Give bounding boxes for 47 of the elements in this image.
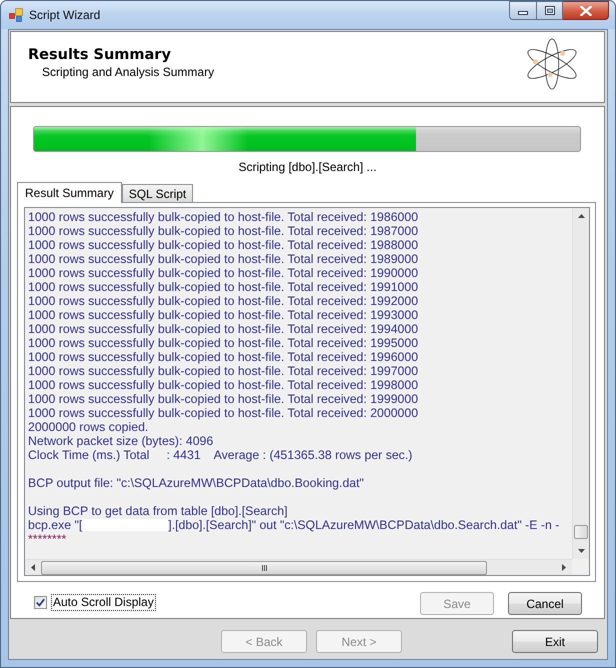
- scrollbar-thumb[interactable]: [574, 525, 588, 539]
- log-line: Clock Time (ms.) Total : 4431 Average : (451365.38 rows per sec.): [28, 448, 414, 462]
- scrollbar-thumb[interactable]: [41, 560, 487, 574]
- log-line: 1000 rows successfully bulk-copied to host-file. Total received: 1999000: [28, 392, 420, 406]
- scroll-up-icon[interactable]: [578, 214, 584, 218]
- log-line: 1000 rows successfully bulk-copied to host-file. Total received: 2000000: [28, 406, 420, 420]
- minimize-button[interactable]: [509, 1, 536, 20]
- close-button[interactable]: [563, 1, 609, 20]
- log-line: BCP output file: "c:\SQLAzureMW\BCPData\dbo.Booking.dat": [28, 476, 365, 490]
- exit-button[interactable]: Exit: [512, 630, 598, 653]
- log-text: bcp.exe "[: [28, 518, 82, 532]
- tab[interactable]: SQL Script: [122, 184, 194, 202]
- checkbox-label[interactable]: Auto Scroll Display: [51, 594, 156, 611]
- app-icon: [9, 8, 23, 22]
- log-line: 1000 rows successfully bulk-copied to host-file. Total received: 1996000: [28, 350, 420, 364]
- log-line: 1000 rows successfully bulk-copied to host-file. Total received: 1992000: [28, 294, 420, 308]
- log-line: 1000 rows successfully bulk-copied to host-file. Total received: 1988000: [28, 238, 420, 252]
- log-line: 1000 rows successfully bulk-copied to host-file. Total received: 1993000: [28, 308, 420, 322]
- page-subtitle: Scripting and Analysis Summary: [42, 65, 214, 80]
- checkbox[interactable]: [34, 596, 47, 609]
- log-line: 1000 rows successfully bulk-copied to host-file. Total received: 1989000: [28, 252, 420, 266]
- log-line: 1000 rows successfully bulk-copied to host-file. Total received: 1994000: [28, 322, 420, 336]
- log-line: Using BCP to get data from table [dbo].[Search]: [28, 504, 289, 518]
- minimize-icon: [518, 11, 528, 15]
- log-line: 1000 rows successfully bulk-copied to host-file. Total received: 1987000: [28, 224, 420, 238]
- maximize-button[interactable]: [536, 1, 563, 20]
- log-line: 1000 rows successfully bulk-copied to host-file. Total received: 1997000: [28, 364, 420, 378]
- log-line: 1000 rows successfully bulk-copied to host-file. Total received: 1986000: [28, 210, 420, 224]
- checkmark-icon: [36, 598, 45, 607]
- log-line: 1000 rows successfully bulk-copied to host-file. Total received: 1998000: [28, 378, 420, 392]
- dialog-button[interactable]: Cancel: [508, 592, 582, 615]
- separator-marker: ********: [28, 532, 66, 546]
- page-title: Results Summary: [28, 46, 172, 64]
- log-line: 1000 rows successfully bulk-copied to host-file. Total received: 1990000: [28, 266, 420, 280]
- log-text: ].[dbo].[Search]" out "c:\SQLAzureMW\BCPData\dbo.Search.dat" -E -n -: [168, 518, 560, 532]
- log-line: 1000 rows successfully bulk-copied to host-file. Total received: 1991000: [28, 280, 420, 294]
- status-text: Scripting [dbo].[Search] ...: [237, 160, 378, 175]
- log-line: Network packet size (bytes): 4096: [28, 434, 214, 448]
- tab[interactable]: Result Summary: [17, 182, 122, 203]
- scroll-left-icon[interactable]: [31, 564, 35, 571]
- log-line: 2000000 rows copied.: [28, 420, 150, 434]
- maximize-icon: [544, 6, 554, 15]
- close-icon: [580, 6, 592, 16]
- scroll-down-icon[interactable]: [578, 549, 584, 553]
- log-line: 1000 rows successfully bulk-copied to host-file. Total received: 1995000: [28, 336, 420, 350]
- window-title: Script Wizard: [29, 7, 100, 23]
- scroll-right-icon[interactable]: [562, 564, 566, 571]
